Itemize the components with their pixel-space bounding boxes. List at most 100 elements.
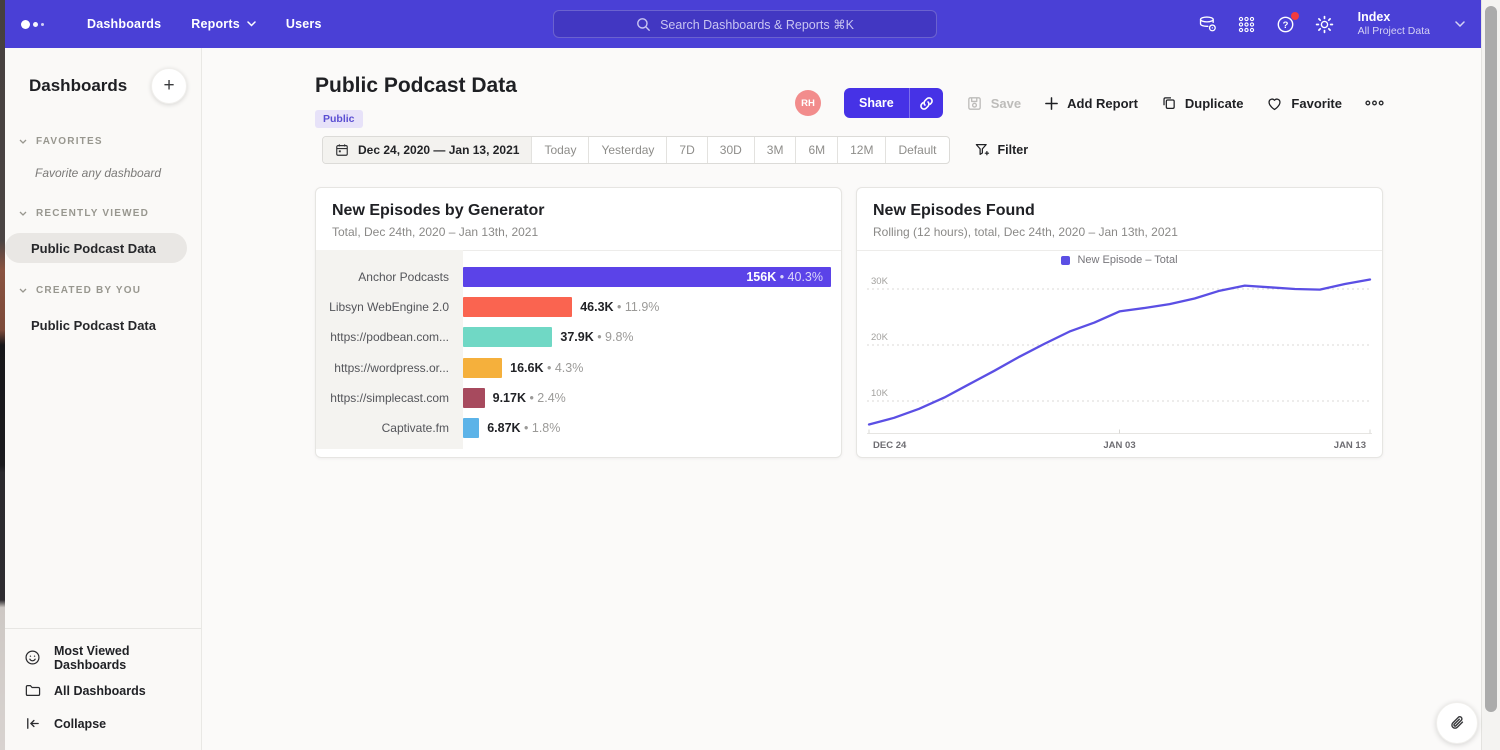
page-title: Public Podcast Data bbox=[315, 74, 517, 98]
card-new-episodes-by-generator[interactable]: New Episodes by Generator Total, Dec 24t… bbox=[315, 187, 842, 458]
bar-value: 37.9K bbox=[560, 330, 593, 344]
bar[interactable] bbox=[463, 297, 572, 317]
date-range-button[interactable]: Dec 24, 2020 — Jan 13, 2021 bbox=[323, 137, 531, 163]
line-chart[interactable]: 10K20K30KDEC 24JAN 03JAN 13 bbox=[867, 268, 1372, 454]
notification-badge bbox=[1291, 12, 1299, 20]
sidebar-title: Dashboards bbox=[29, 76, 127, 96]
nav-item-dashboards[interactable]: Dashboards bbox=[87, 17, 161, 31]
bar-row[interactable]: https://simplecast.com9.17K • 2.4% bbox=[316, 383, 831, 413]
nav-right-cluster: ? Index All Project Data bbox=[1198, 0, 1465, 48]
section-favorites[interactable]: FAVORITES bbox=[5, 136, 201, 147]
save-button[interactable]: Save bbox=[966, 95, 1021, 112]
legend-label: New Episode – Total bbox=[1077, 254, 1177, 266]
new-dashboard-button[interactable]: + bbox=[151, 68, 187, 104]
divider bbox=[857, 250, 1382, 251]
bar[interactable]: 156K • 40.3% bbox=[463, 267, 831, 287]
bar-row[interactable]: https://wordpress.or...16.6K • 4.3% bbox=[316, 353, 831, 383]
heart-icon bbox=[1266, 95, 1283, 112]
attachment-fab-button[interactable] bbox=[1436, 702, 1478, 744]
svg-text:JAN 03: JAN 03 bbox=[1103, 440, 1135, 451]
sidebar-footer: Most Viewed Dashboards All Dashboards bbox=[5, 628, 201, 750]
bar-category-label: https://podbean.com... bbox=[316, 330, 463, 344]
bar[interactable] bbox=[463, 388, 485, 408]
favorite-button[interactable]: Favorite bbox=[1266, 95, 1342, 112]
bar-row[interactable]: https://podbean.com... 37.9K • 9.8% bbox=[316, 322, 831, 352]
filter-button[interactable]: Filter bbox=[974, 142, 1029, 158]
avatar[interactable]: RH bbox=[795, 90, 821, 116]
copy-link-icon[interactable] bbox=[909, 88, 943, 118]
sidebar: Dashboards + FAVORITES Favorite any dash… bbox=[5, 48, 202, 750]
favorites-empty-text: Favorite any dashboard bbox=[35, 166, 201, 180]
bar-row[interactable]: Captivate.fm6.87K • 1.8% bbox=[316, 413, 831, 443]
settings-icon[interactable] bbox=[1315, 14, 1335, 34]
bar-row[interactable]: Libsyn WebEngine 2.046.3K • 11.9% bbox=[316, 292, 831, 322]
sidebar-item-public-podcast-data[interactable]: Public Podcast Data bbox=[5, 233, 187, 263]
svg-text:10K: 10K bbox=[871, 388, 889, 399]
preset-3m[interactable]: 3M bbox=[754, 137, 796, 163]
duplicate-button[interactable]: Duplicate bbox=[1161, 95, 1244, 111]
card-title: New Episodes by Generator bbox=[332, 202, 825, 220]
chevron-down-icon bbox=[19, 139, 27, 144]
calendar-icon bbox=[335, 143, 349, 157]
app-logo-icon[interactable] bbox=[21, 20, 65, 29]
paperclip-icon bbox=[1448, 714, 1467, 733]
nav-item-users[interactable]: Users bbox=[286, 17, 322, 31]
section-recently-viewed[interactable]: RECENTLY VIEWED bbox=[5, 208, 201, 219]
bar-value: 46.3K bbox=[580, 300, 613, 314]
preset-default[interactable]: Default bbox=[885, 137, 948, 163]
bar-rows: Anchor Podcasts156K • 40.3%Libsyn WebEng… bbox=[316, 262, 831, 443]
main-content: Public Podcast Data Public RH Share bbox=[202, 48, 1481, 750]
bar-category-label: https://simplecast.com bbox=[316, 391, 463, 405]
chevron-down-icon bbox=[19, 211, 27, 216]
nav-menu: Dashboards Reports Users bbox=[65, 17, 322, 31]
global-search-input[interactable]: Search Dashboards & Reports ⌘K bbox=[553, 10, 937, 38]
project-switcher[interactable]: Index All Project Data bbox=[1358, 10, 1430, 39]
header-actions: RH Share Save bbox=[795, 88, 1384, 118]
card-new-episodes-found[interactable]: New Episodes Found Rolling (12 hours), t… bbox=[856, 187, 1383, 458]
bar[interactable] bbox=[463, 358, 502, 378]
preset-7d[interactable]: 7D bbox=[666, 137, 706, 163]
bar-percent: • 40.3% bbox=[776, 270, 823, 284]
most-viewed-dashboards-button[interactable]: Most Viewed Dashboards bbox=[5, 641, 201, 674]
nav-item-reports[interactable]: Reports bbox=[191, 17, 256, 31]
bar-value: 6.87K bbox=[487, 421, 520, 435]
chevron-down-icon bbox=[247, 21, 256, 27]
share-button[interactable]: Share bbox=[844, 88, 943, 118]
top-nav: Dashboards Reports Users Search Dashboards… bbox=[5, 0, 1481, 48]
search-placeholder: Search Dashboards & Reports ⌘K bbox=[660, 17, 854, 32]
bar-percent: • 9.8% bbox=[594, 330, 634, 344]
legend-swatch bbox=[1061, 256, 1070, 265]
folder-icon bbox=[24, 682, 41, 699]
bar-value: 16.6K bbox=[510, 361, 543, 375]
apps-grid-icon[interactable] bbox=[1237, 14, 1257, 34]
more-options-button[interactable] bbox=[1365, 98, 1384, 108]
section-created-by-you[interactable]: CREATED BY YOU bbox=[5, 285, 201, 296]
project-subtitle: All Project Data bbox=[1358, 25, 1430, 38]
bar-category-label: Anchor Podcasts bbox=[316, 270, 463, 284]
card-subtitle: Rolling (12 hours), total, Dec 24th, 202… bbox=[873, 225, 1366, 239]
bar-chart: Anchor Podcasts156K • 40.3%Libsyn WebEng… bbox=[316, 250, 841, 457]
bar-percent: • 4.3% bbox=[544, 361, 584, 375]
sidebar-item-public-podcast-data-2[interactable]: Public Podcast Data bbox=[5, 310, 187, 340]
svg-text:?: ? bbox=[1283, 20, 1289, 31]
scrollbar-thumb[interactable] bbox=[1485, 6, 1497, 712]
all-dashboards-button[interactable]: All Dashboards bbox=[5, 674, 201, 707]
bar-row[interactable]: Anchor Podcasts156K • 40.3% bbox=[316, 262, 831, 292]
preset-6m[interactable]: 6M bbox=[795, 137, 837, 163]
line-chart-area[interactable]: 10K20K30KDEC 24JAN 03JAN 13 bbox=[867, 268, 1372, 454]
duplicate-icon bbox=[1161, 95, 1177, 111]
preset-today[interactable]: Today bbox=[531, 137, 588, 163]
collapse-sidebar-button[interactable]: Collapse bbox=[5, 707, 201, 740]
preset-30d[interactable]: 30D bbox=[707, 137, 754, 163]
preset-yesterday[interactable]: Yesterday bbox=[588, 137, 666, 163]
public-badge[interactable]: Public bbox=[315, 110, 363, 128]
data-source-icon[interactable] bbox=[1198, 14, 1218, 34]
add-report-button[interactable]: Add Report bbox=[1044, 96, 1138, 111]
bar[interactable] bbox=[463, 327, 552, 347]
bar[interactable] bbox=[463, 418, 479, 438]
help-icon[interactable]: ? bbox=[1276, 14, 1296, 34]
collapse-icon bbox=[24, 715, 41, 732]
chevron-down-icon[interactable] bbox=[1455, 21, 1465, 27]
card-title: New Episodes Found bbox=[873, 202, 1366, 220]
preset-12m[interactable]: 12M bbox=[837, 137, 885, 163]
